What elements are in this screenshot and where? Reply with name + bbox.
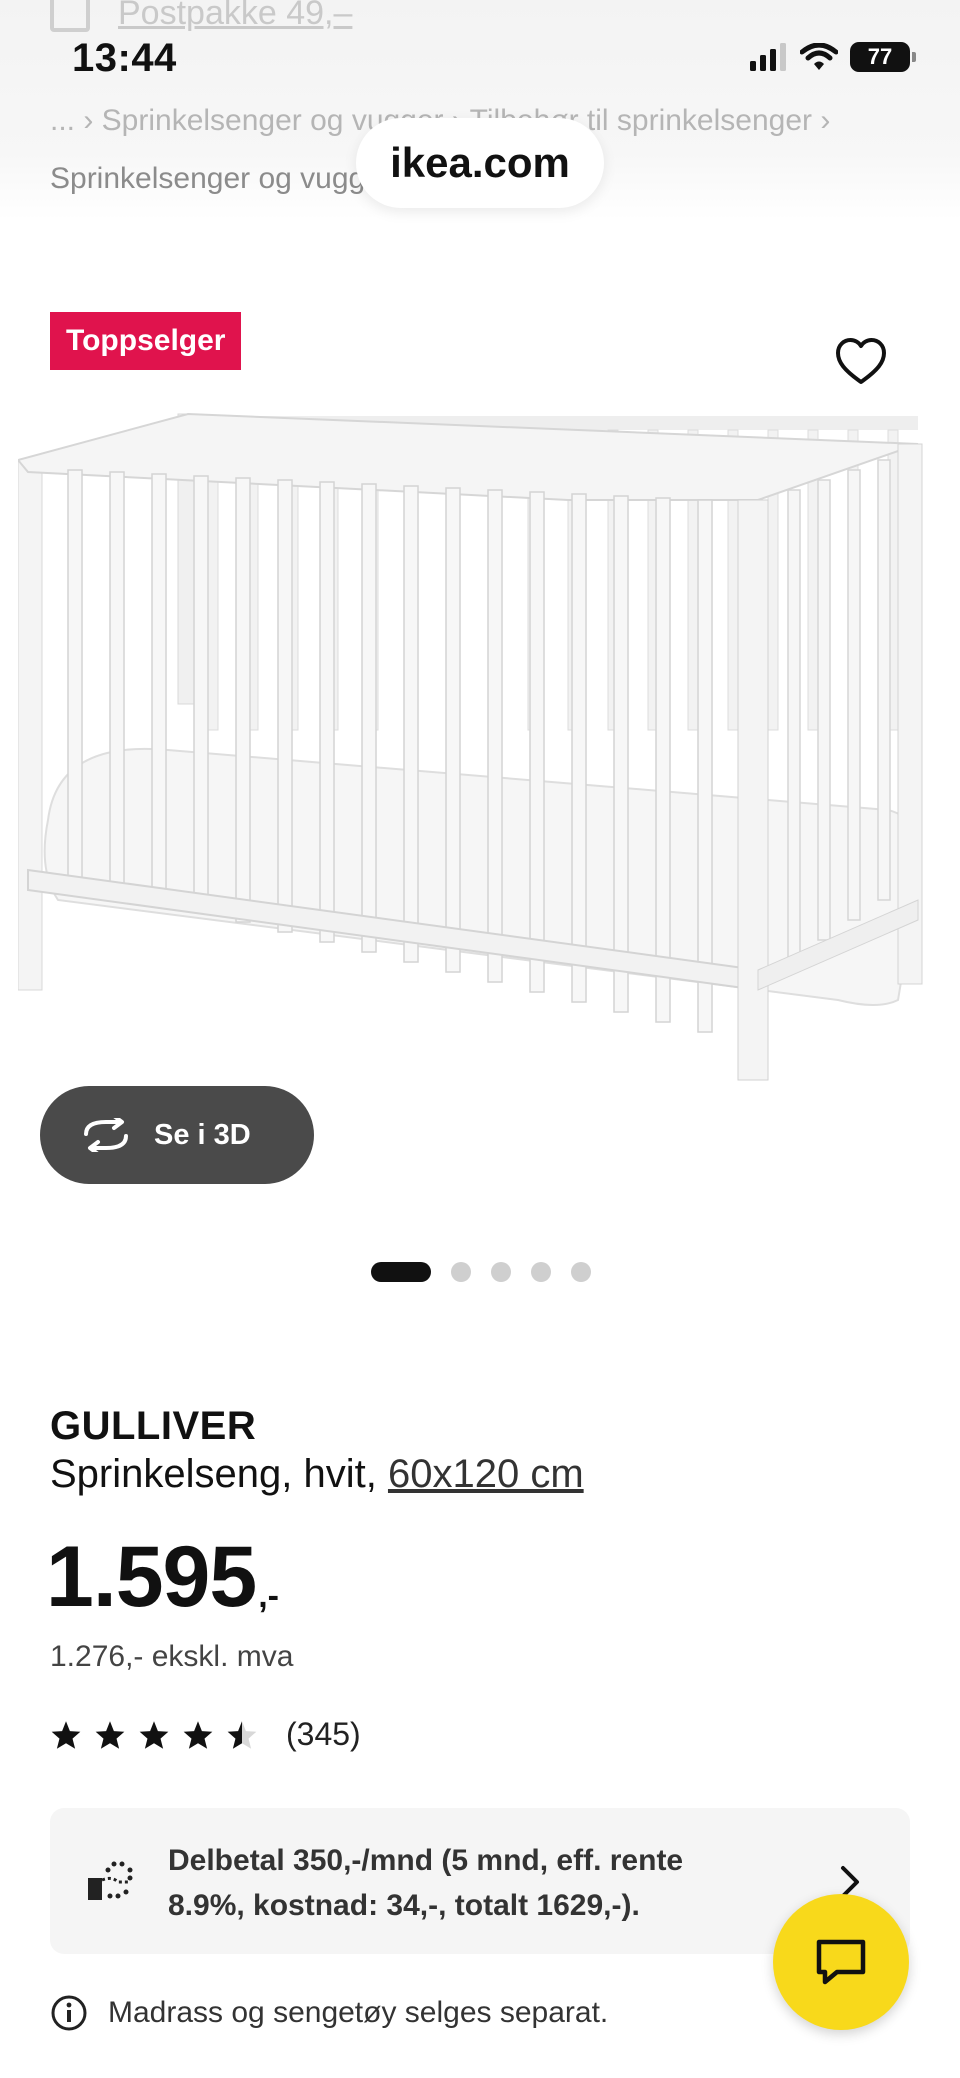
- product-rating[interactable]: (345): [50, 1716, 361, 1753]
- carousel-dot[interactable]: [371, 1262, 431, 1282]
- price-value: 1.595: [46, 1529, 257, 1625]
- product-notice: Madrass og sengetøy selges separat.: [50, 1994, 608, 2032]
- battery-indicator: 77: [850, 42, 916, 72]
- carousel-dot[interactable]: [571, 1262, 591, 1282]
- obscured-shipping-row: Postpakke 49,–: [50, 0, 352, 33]
- url-bar[interactable]: ikea.com: [356, 118, 604, 208]
- star-full-icon: [51, 1720, 81, 1749]
- notice-text: Madrass og sengetøy selges separat.: [108, 1996, 609, 2029]
- favorite-heart-icon[interactable]: [836, 338, 886, 386]
- carousel-dot[interactable]: [531, 1262, 551, 1282]
- star-full-icon: [183, 1720, 213, 1749]
- view-3d-label: Se i 3D: [154, 1118, 251, 1151]
- cellular-signal-icon: [750, 43, 786, 71]
- rating-stars: [50, 1720, 258, 1750]
- carousel-dot[interactable]: [451, 1262, 471, 1282]
- chat-button[interactable]: [773, 1894, 909, 2030]
- url-text: ikea.com: [390, 139, 570, 186]
- rotate-3d-icon: [84, 1118, 128, 1152]
- shipping-text: Postpakke 49,–: [118, 0, 353, 32]
- payment-installment-icon: [88, 1861, 133, 1900]
- price-ex-vat: 1.276,- ekskl. mva: [50, 1640, 294, 1673]
- product-name: GULLIVER: [50, 1404, 257, 1448]
- star-half-icon: [227, 1720, 257, 1749]
- status-time: 13:44: [72, 36, 177, 80]
- review-count[interactable]: (345): [286, 1716, 361, 1753]
- package-icon: [50, 0, 90, 32]
- wifi-icon: [800, 43, 838, 70]
- info-icon: [51, 1995, 87, 2031]
- star-full-icon: [139, 1720, 169, 1749]
- product-description: Sprinkelseng, hvit, 60x120 cm: [50, 1452, 584, 1497]
- topseller-badge: Toppselger: [50, 312, 242, 370]
- battery-level: 77: [867, 44, 893, 69]
- product-description-text: Sprinkelseng, hvit,: [50, 1452, 377, 1496]
- status-icons: 77: [750, 42, 916, 72]
- product-price: 1.595 ,-: [46, 1534, 279, 1620]
- product-image-crib[interactable]: [18, 400, 942, 1100]
- breadcrumb-current[interactable]: Sprinkelsenger og vugger: [50, 162, 392, 196]
- image-carousel-indicator[interactable]: [371, 1262, 591, 1282]
- view-3d-button[interactable]: Se i 3D: [40, 1086, 314, 1184]
- star-full-icon: [95, 1720, 125, 1749]
- chat-bubble-icon: [816, 1939, 866, 1985]
- financing-text: Delbetal 350,-/mnd (5 mnd, eff. rente 8.…: [168, 1844, 684, 1922]
- carousel-dot[interactable]: [491, 1262, 511, 1282]
- product-size-link[interactable]: 60x120 cm: [388, 1452, 584, 1496]
- price-suffix: ,-: [258, 1577, 279, 1615]
